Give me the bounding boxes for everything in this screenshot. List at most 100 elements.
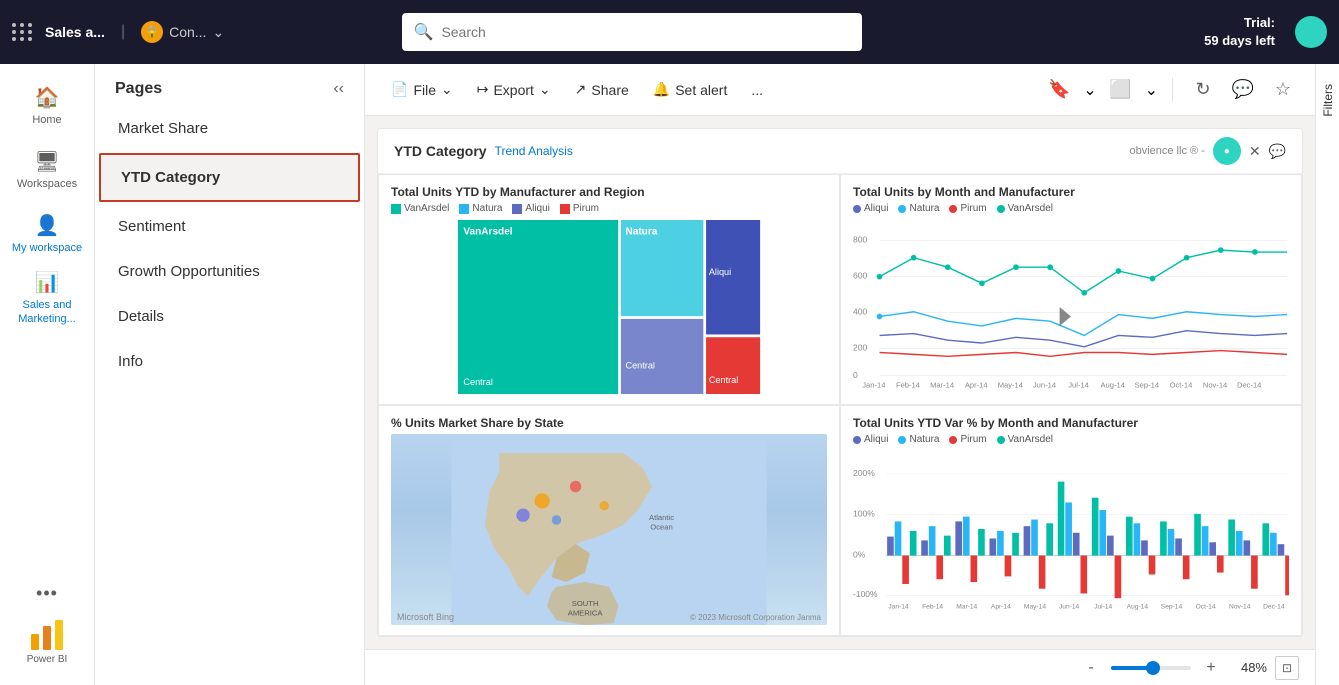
sidebar-home-label: Home <box>32 114 61 127</box>
sidebar-item-my-workspace[interactable]: 👤 My workspace <box>7 204 87 264</box>
search-box[interactable]: 🔍 <box>402 13 862 51</box>
bar-legend-aliqui: Aliqui <box>853 434 888 445</box>
page-item-details[interactable]: Details <box>95 294 364 339</box>
svg-text:May-14: May-14 <box>1024 604 1046 611</box>
legend-aliqui-color <box>512 204 522 214</box>
file-chevron-icon: ⌄ <box>441 81 453 98</box>
more-button[interactable]: ... <box>741 76 773 104</box>
bookmark-button[interactable]: 🔖 <box>1043 74 1075 106</box>
zoom-slider[interactable] <box>1111 666 1191 670</box>
svg-text:VanArsdel: VanArsdel <box>463 227 512 238</box>
workspaces-icon: 🖥 <box>34 149 59 174</box>
page-item-info[interactable]: Info <box>95 339 364 384</box>
share-button[interactable]: ↗ Share <box>565 75 639 104</box>
share-label: Share <box>591 82 628 98</box>
toolbar: 📄 File ⌄ ↦ Export ⌄ ↗ Share 🔔 Set alert … <box>365 64 1315 116</box>
file-label: File <box>413 82 436 98</box>
comment-button[interactable]: 💬 <box>1227 74 1259 106</box>
zoom-fit-button[interactable]: ⊡ <box>1275 656 1299 680</box>
legend-vanarsdel: VanArsdel <box>391 203 449 214</box>
my-workspace-icon: 👤 <box>35 213 60 238</box>
sidebar-item-workspaces[interactable]: 🖥 Workspaces <box>7 140 87 200</box>
map-svg: Atlantic Ocean SOUTH AMERICA <box>391 434 827 625</box>
svg-text:0%: 0% <box>853 549 866 559</box>
file-icon: 📄 <box>391 81 408 98</box>
file-button[interactable]: 📄 File ⌄ <box>381 75 463 104</box>
line-legend-aliqui-label: Aliqui <box>864 203 888 214</box>
report-header-right: obvience llc ® - ● ✕ 💬 <box>1129 137 1286 165</box>
export-label: Export <box>493 82 533 98</box>
svg-text:Dec-14: Dec-14 <box>1263 604 1285 611</box>
treemap-pirum[interactable] <box>706 337 760 394</box>
trial-info: Trial: 59 days left <box>1204 14 1275 50</box>
toolbar-separator <box>1172 78 1173 102</box>
set-alert-button[interactable]: 🔔 Set alert <box>643 75 738 104</box>
star-button[interactable]: ☆ <box>1267 74 1299 106</box>
treemap-central[interactable] <box>621 319 703 394</box>
line-legend-pirum-label: Pirum <box>960 203 986 214</box>
svg-text:Jul-14: Jul-14 <box>1094 604 1112 611</box>
close-report-icon[interactable]: ✕ <box>1249 143 1261 160</box>
page-item-market-share[interactable]: Market Share <box>95 106 364 151</box>
bell-icon: 🔔 <box>653 81 670 98</box>
pages-collapse-button[interactable]: ‹‹ <box>333 80 344 98</box>
export-chevron-icon: ⌄ <box>539 81 551 98</box>
legend-vanarsdel-color <box>391 204 401 214</box>
page-label-details: Details <box>118 308 164 325</box>
bar-chart-body: 200% 100% 0% -100% <box>853 451 1289 625</box>
page-item-ytd-category[interactable]: YTD Category <box>99 153 360 202</box>
view-chevron-icon: ⌄ <box>1145 80 1158 100</box>
svg-text:-100%: -100% <box>853 589 878 599</box>
svg-text:Oct-14: Oct-14 <box>1170 381 1193 390</box>
main-layout: 🏠 Home 🖥 Workspaces 👤 My workspace 📊 Sal… <box>0 64 1339 685</box>
filters-label[interactable]: Filters <box>1317 80 1339 121</box>
bar-chart-panel: Total Units YTD Var % by Month and Manuf… <box>840 405 1302 636</box>
topbar: Sales a... | 🔒 Con... ⌄ 🔍 Trial: 59 days… <box>0 0 1339 64</box>
line-chart-body: 800 600 400 200 0 <box>853 220 1289 394</box>
zoom-in-button[interactable]: + <box>1199 656 1223 680</box>
treemap-panel: Total Units YTD by Manufacturer and Regi… <box>378 174 840 405</box>
line-legend-pirum: Pirum <box>949 203 986 214</box>
export-icon: ↦ <box>477 81 489 98</box>
map-container: Atlantic Ocean SOUTH AMERICA Microsoft B… <box>391 434 827 625</box>
legend-aliqui-label: Aliqui <box>525 203 549 214</box>
page-item-growth-opportunities[interactable]: Growth Opportunities <box>95 249 364 294</box>
line-legend-vanarsdel-dot <box>997 205 1005 213</box>
svg-text:Nov-14: Nov-14 <box>1229 604 1251 611</box>
zoom-out-button[interactable]: - <box>1079 656 1103 680</box>
svg-text:Aliqui: Aliqui <box>709 267 731 277</box>
zoom-percent: 48% <box>1231 660 1267 675</box>
treemap-vanarsdel[interactable] <box>458 220 618 394</box>
svg-text:400: 400 <box>853 307 867 317</box>
trial-label: Trial: <box>1204 14 1275 32</box>
export-button[interactable]: ↦ Export ⌄ <box>467 75 561 104</box>
sidebar-item-sales[interactable]: 📊 Sales and Marketing... <box>7 268 87 328</box>
zoom-slider-thumb[interactable] <box>1146 661 1160 675</box>
view-button[interactable]: ⬜ <box>1105 74 1137 106</box>
zoom-bar: - + 48% ⊡ <box>365 649 1315 685</box>
comment-report-icon[interactable]: 💬 <box>1269 143 1286 160</box>
treemap-aliqui[interactable] <box>706 220 760 334</box>
page-item-sentiment[interactable]: Sentiment <box>95 204 364 249</box>
refresh-button[interactable]: ↻ <box>1187 74 1219 106</box>
apps-icon[interactable] <box>12 23 33 41</box>
filters-panel: Filters <box>1315 64 1339 685</box>
workspace-name: Con... <box>169 24 206 40</box>
charts-grid: Total Units YTD by Manufacturer and Regi… <box>378 174 1302 636</box>
treemap-svg: VanArsdel Central Natura Central A <box>391 220 827 394</box>
search-input[interactable] <box>441 24 849 40</box>
legend-pirum: Pirum <box>560 203 599 214</box>
pages-header: Pages ‹‹ <box>95 64 364 106</box>
report-logo: ● <box>1213 137 1241 165</box>
svg-text:Central: Central <box>625 360 654 370</box>
sidebar-item-home[interactable]: 🏠 Home <box>7 76 87 136</box>
user-avatar[interactable] <box>1295 16 1327 48</box>
bar-legend-vanarsdel: VanArsdel <box>997 434 1053 445</box>
bar-chart-legend: Aliqui Natura Pirum <box>853 434 1289 445</box>
map-copyright: © 2023 Microsoft Corporation Janma <box>690 613 821 622</box>
line-legend-natura: Natura <box>898 203 939 214</box>
legend-pirum-label: Pirum <box>573 203 599 214</box>
sidebar-more-dots[interactable]: ••• <box>36 583 58 604</box>
workspace-selector[interactable]: 🔒 Con... ⌄ <box>141 21 224 43</box>
svg-text:600: 600 <box>853 271 867 281</box>
